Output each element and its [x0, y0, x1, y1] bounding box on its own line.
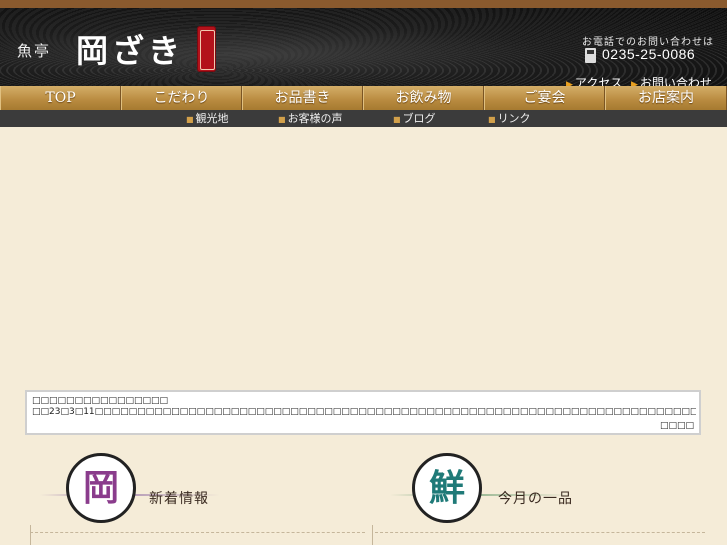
seal-stamp-icon: [197, 26, 216, 72]
site-header: 魚亭 岡ざき お電話でのお問い合わせは 0235-25-0086 ▶ アクセス ▶…: [0, 8, 727, 86]
site-logo[interactable]: 岡ざき: [76, 26, 184, 72]
square-bullet-icon: ■: [393, 115, 401, 124]
divider-line: [30, 532, 365, 534]
tel-number: 0235-25-0086: [602, 46, 696, 62]
notice-title: □□□□□□□□□□□□□□□□: [32, 396, 169, 406]
nav-item-shop-info[interactable]: お店案内: [605, 86, 727, 110]
monthly-section-heading: 鮮 今月の一品: [390, 450, 690, 523]
frame-corner: [372, 525, 379, 545]
top-border: [0, 0, 727, 8]
news-emblem-icon: 岡: [66, 453, 136, 523]
access-link[interactable]: ▶ アクセス: [566, 74, 622, 86]
news-title: 新着情報: [149, 491, 209, 507]
subnav-item-label: ブログ: [402, 112, 436, 125]
notice-more-link[interactable]: □□□□: [660, 421, 694, 431]
nav-item-drinks[interactable]: お飲み物: [363, 86, 484, 110]
access-link-label: アクセス: [574, 76, 623, 86]
nav-item-banquet[interactable]: ご宴会: [484, 86, 605, 110]
brand-subtitle: 魚亭: [17, 42, 52, 60]
contact-link-label: お問い合わせ: [639, 76, 712, 86]
monthly-emblem-icon: 鮮: [412, 453, 482, 523]
sub-nav: ■ 観光地 ■ お客様の声 ■ ブログ ■ リンク: [0, 110, 727, 127]
subnav-item-links[interactable]: ■ リンク: [488, 111, 531, 127]
square-bullet-icon: ■: [186, 115, 194, 124]
phone-icon: [585, 48, 596, 63]
square-bullet-icon: ■: [488, 115, 496, 124]
subnav-item-voices[interactable]: ■ お客様の声: [278, 111, 343, 127]
subnav-item-label: お客様の声: [287, 112, 343, 125]
square-bullet-icon: ■: [278, 115, 286, 124]
nav-item-kodawari[interactable]: こだわり: [121, 86, 242, 110]
notice-box: □□□□□□□□□□□□□□□□ □□23□3□11□□□□□□□□□□□□□□…: [25, 390, 701, 435]
frame-corner: [30, 525, 37, 545]
news-emblem-glyph: 岡: [82, 467, 119, 509]
subnav-item-label: 観光地: [195, 112, 229, 125]
contact-link[interactable]: ▶ お問い合わせ: [631, 74, 712, 86]
notice-body: □□23□3□11□□□□□□□□□□□□□□□□□□□□□□□□□□□□□□□…: [32, 407, 696, 417]
global-nav: TOP こだわり お品書き お飲み物 ご宴会 お店案内: [0, 86, 727, 110]
news-section-heading: 岡 新着情報: [40, 450, 340, 523]
divider-line: [375, 532, 705, 534]
nav-item-menu[interactable]: お品書き: [242, 86, 363, 110]
subnav-item-label: リンク: [497, 112, 531, 125]
subnav-item-sightseeing[interactable]: ■ 観光地: [186, 111, 229, 127]
monthly-title: 今月の一品: [498, 491, 573, 507]
subnav-item-blog[interactable]: ■ ブログ: [393, 111, 436, 127]
nav-item-top[interactable]: TOP: [0, 86, 121, 110]
monthly-emblem-glyph: 鮮: [428, 467, 465, 509]
